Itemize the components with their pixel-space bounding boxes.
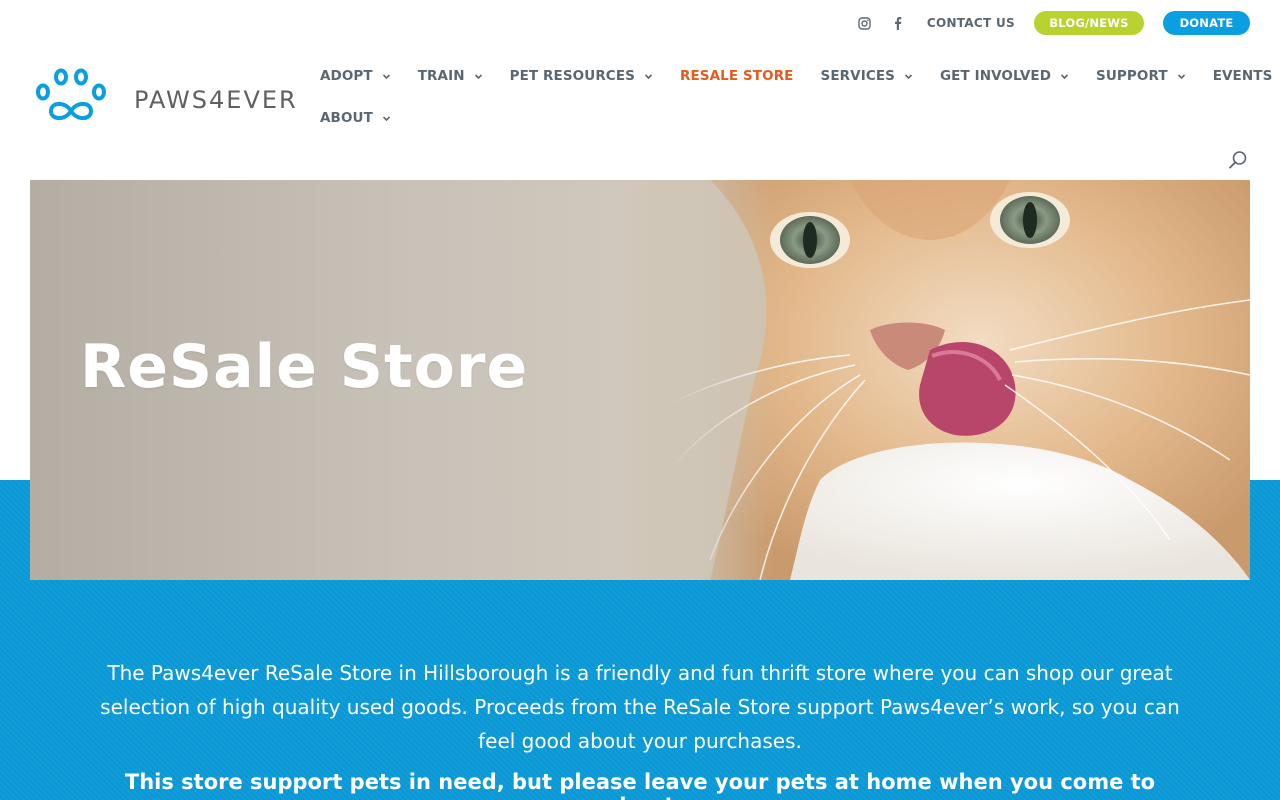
chevron-down-icon	[382, 114, 391, 123]
chevron-down-icon	[904, 72, 913, 81]
instagram-icon[interactable]	[855, 13, 875, 33]
chevron-down-icon	[1177, 72, 1186, 81]
chevron-down-icon	[1060, 72, 1069, 81]
contact-us-link[interactable]: CONTACT US	[927, 16, 1015, 30]
chevron-down-icon	[382, 72, 391, 81]
nav-item-adopt[interactable]: ADOPT	[320, 68, 391, 84]
search-icon[interactable]	[1228, 150, 1248, 170]
donate-button[interactable]: DONATE	[1163, 11, 1250, 35]
paw-infinity-icon	[34, 66, 126, 131]
nav-item-pet-resources[interactable]: PET RESOURCES	[510, 68, 653, 84]
nav-item-label: EVENTS	[1212, 68, 1273, 84]
site-logo[interactable]: PAWS4EVER	[34, 68, 298, 128]
nav-item-label: ADOPT	[320, 68, 373, 84]
chevron-down-icon	[644, 72, 653, 81]
nav-item-label: GET INVOLVED	[939, 68, 1052, 84]
intro-paragraph: The Paws4ever ReSale Store in Hillsborou…	[100, 661, 1180, 753]
nav-item-train[interactable]: TRAIN	[418, 68, 483, 84]
facebook-icon[interactable]	[888, 13, 908, 33]
nav-item-support[interactable]: SUPPORT	[1096, 68, 1186, 84]
nav-item-about[interactable]: ABOUT	[320, 110, 391, 126]
logo-wordmark: PAWS4EVER	[134, 85, 298, 114]
chevron-down-icon	[474, 72, 483, 81]
main-nav: ADOPT TRAIN PET RESOURCES RESALE STORE S…	[320, 64, 1272, 130]
nav-item-services[interactable]: SERVICES	[821, 68, 913, 84]
nav-item-label: RESALE STORE	[679, 68, 794, 84]
nav-item-label: TRAIN	[417, 68, 465, 84]
nav-item-label: ABOUT	[320, 110, 373, 126]
hero-banner: ReSale Store	[30, 180, 1250, 580]
utility-bar: CONTACT US BLOG/NEWS DONATE	[855, 11, 1250, 35]
nav-item-label: SERVICES	[820, 68, 895, 84]
cat-photo	[670, 180, 1250, 580]
nav-item-get-involved[interactable]: GET INVOLVED	[940, 68, 1069, 84]
blog-news-button[interactable]: BLOG/NEWS	[1034, 11, 1144, 35]
nav-item-label: PET RESOURCES	[509, 68, 635, 84]
nav-item-label: SUPPORT	[1096, 68, 1168, 84]
nav-item-resale-store[interactable]: RESALE STORE	[680, 68, 794, 84]
nav-item-events[interactable]: EVENTS	[1213, 68, 1280, 84]
notice-text: This store support pets in need, but ple…	[124, 770, 1156, 800]
page-title: ReSale Store	[80, 332, 529, 402]
